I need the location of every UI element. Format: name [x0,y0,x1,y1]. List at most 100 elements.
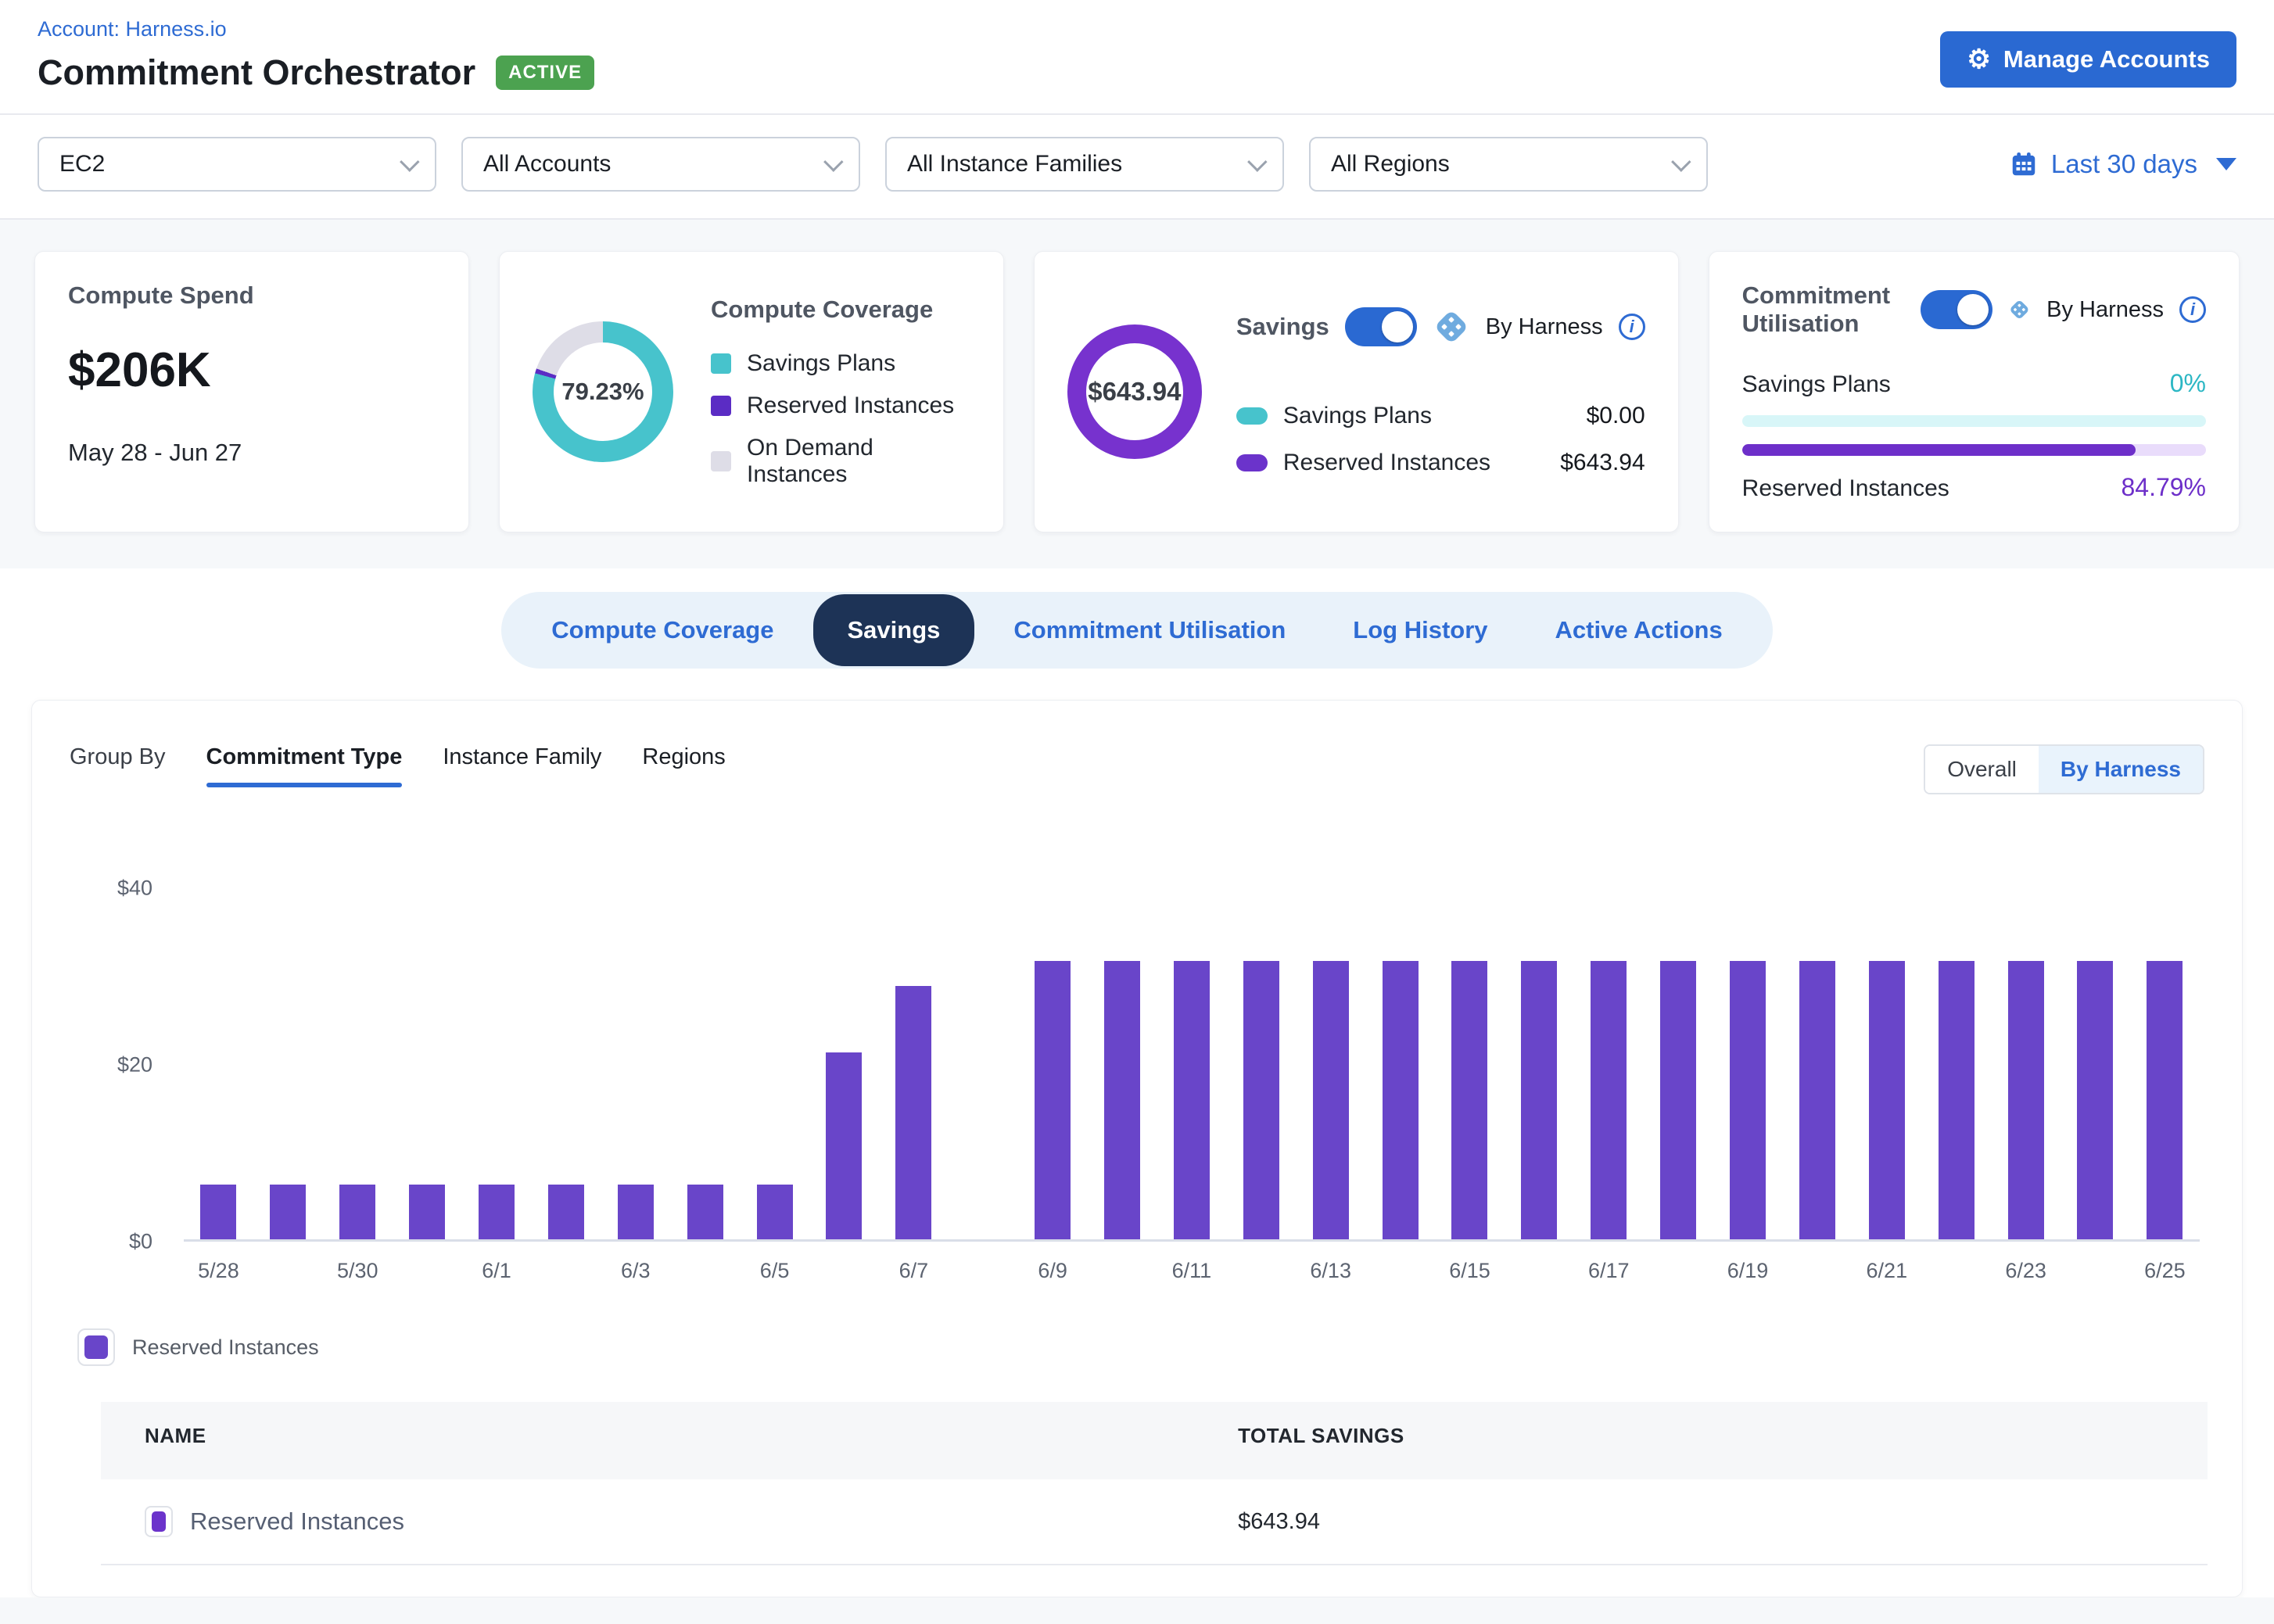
tab-log-history[interactable]: Log History [1325,616,1515,644]
bar-slot[interactable] [1505,888,1574,1239]
bar-6/9[interactable] [1035,961,1071,1239]
bar-6/24[interactable] [2077,961,2113,1239]
bar-6/21[interactable] [1869,961,1905,1239]
bar-slot[interactable] [1018,888,1088,1239]
status-badge: ACTIVE [496,56,594,90]
regions-dropdown[interactable]: All Regions [1309,137,1708,192]
bar-slot[interactable] [949,888,1018,1239]
bar-slot[interactable] [1574,888,1644,1239]
gear-icon: ⚙ [1967,46,1990,73]
savings-row: Savings Plans $0.00 [1236,403,1645,429]
bar-6/25[interactable] [2147,961,2183,1239]
x-tick-label: 6/17 [1588,1259,1630,1283]
utilisation-by-harness-toggle[interactable] [1921,290,1992,329]
date-range-picker[interactable]: Last 30 days [2009,149,2236,179]
bar-5/28[interactable] [200,1185,236,1239]
tab-commitment-utilisation[interactable]: Commitment Utilisation [985,616,1314,644]
bar-slot[interactable] [1991,888,2061,1239]
tab-active-actions[interactable]: Active Actions [1527,616,1751,644]
compute-spend-title: Compute Spend [68,281,436,310]
bar-6/12[interactable] [1243,961,1279,1239]
bar-6/15[interactable] [1451,961,1487,1239]
bar-slot[interactable] [879,888,949,1239]
bar-6/10[interactable] [1104,961,1140,1239]
bar-slot[interactable] [2061,888,2130,1239]
column-header-total-savings: TOTAL SAVINGS [1238,1424,1404,1448]
bar-slot[interactable] [1644,888,1713,1239]
bar-slot[interactable] [393,888,462,1239]
bar-slot[interactable] [740,888,809,1239]
bar-slot[interactable] [601,888,670,1239]
bar-slot[interactable] [323,888,393,1239]
bar-slot[interactable] [1296,888,1365,1239]
bar-6/19[interactable] [1730,961,1766,1239]
accounts-dropdown[interactable]: All Accounts [461,137,860,192]
bar-slot[interactable] [809,888,879,1239]
bar-6/17[interactable] [1591,961,1627,1239]
bar-6/1[interactable] [479,1185,515,1239]
legend-label: Reserved Instances [747,393,954,419]
compute-coverage-title: Compute Coverage [711,296,970,324]
bar-5/30[interactable] [339,1185,375,1239]
breadcrumb[interactable]: Account: Harness.io [38,17,594,41]
bar-slot[interactable] [2130,888,2200,1239]
segment-by-harness[interactable]: By Harness [2039,746,2203,793]
bar-slot[interactable] [1088,888,1157,1239]
segment-overall[interactable]: Overall [1925,746,2039,793]
x-tick-label: 6/13 [1310,1259,1351,1283]
savings-by-harness-toggle[interactable] [1345,307,1417,346]
bar-slot[interactable] [1157,888,1226,1239]
legend-item: Savings Plans [711,350,970,377]
bar-slot[interactable] [1226,888,1296,1239]
bar-5/29[interactable] [270,1185,306,1239]
bar-6/6[interactable] [826,1052,862,1239]
bar-6/23[interactable] [2008,961,2044,1239]
x-tick-label: 6/25 [2144,1259,2186,1283]
info-icon[interactable]: i [2179,296,2206,323]
chart-legend-label: Reserved Instances [132,1335,319,1360]
bar-6/5[interactable] [757,1185,793,1239]
manage-accounts-button[interactable]: ⚙ Manage Accounts [1940,31,2236,88]
bar-6/3[interactable] [618,1185,654,1239]
bar-5/31[interactable] [409,1185,445,1239]
bar-6/13[interactable] [1313,961,1349,1239]
chart-legend: Reserved Instances [77,1328,2208,1366]
bar-plot [184,888,2200,1242]
savings-row-label: Reserved Instances [1283,450,1490,476]
bar-6/20[interactable] [1799,961,1835,1239]
bar-6/18[interactable] [1660,961,1696,1239]
bar-slot[interactable] [1921,888,1991,1239]
bar-slot[interactable] [531,888,601,1239]
group-by-commitment-type[interactable]: Commitment Type [206,744,403,787]
bar-slot[interactable] [462,888,532,1239]
row-swatch-box [145,1506,173,1537]
tab-compute-coverage[interactable]: Compute Coverage [523,616,802,644]
bar-slot[interactable] [1713,888,1783,1239]
bar-slot[interactable] [670,888,740,1239]
group-by-regions[interactable]: Regions [642,744,725,787]
tab-savings[interactable]: Savings [813,594,975,666]
service-dropdown[interactable]: EC2 [38,137,436,192]
bar-slot[interactable] [1435,888,1505,1239]
bar-6/14[interactable] [1383,961,1419,1239]
savings-row-label: Savings Plans [1283,403,1432,429]
legend-checkbox[interactable] [77,1328,115,1366]
bar-6/22[interactable] [1939,961,1975,1239]
bar-slot[interactable] [1365,888,1435,1239]
bar-6/11[interactable] [1174,961,1210,1239]
bar-6/16[interactable] [1521,961,1557,1239]
page-title: Commitment Orchestrator [38,52,475,93]
bar-6/4[interactable] [687,1185,723,1239]
instance-families-dropdown[interactable]: All Instance Families [885,137,1284,192]
bar-slot[interactable] [1852,888,1921,1239]
info-icon[interactable]: i [1619,314,1645,340]
table-row[interactable]: Reserved Instances $643.94 [101,1479,2208,1565]
bar-6/7[interactable] [895,986,931,1239]
overall-byharness-toggle: Overall By Harness [1924,744,2204,794]
bar-slot[interactable] [253,888,323,1239]
bar-6/2[interactable] [548,1185,584,1239]
bar-slot[interactable] [1782,888,1852,1239]
group-by-instance-family[interactable]: Instance Family [443,744,601,787]
bar-slot[interactable] [184,888,253,1239]
column-header-name: NAME [145,1424,1238,1448]
